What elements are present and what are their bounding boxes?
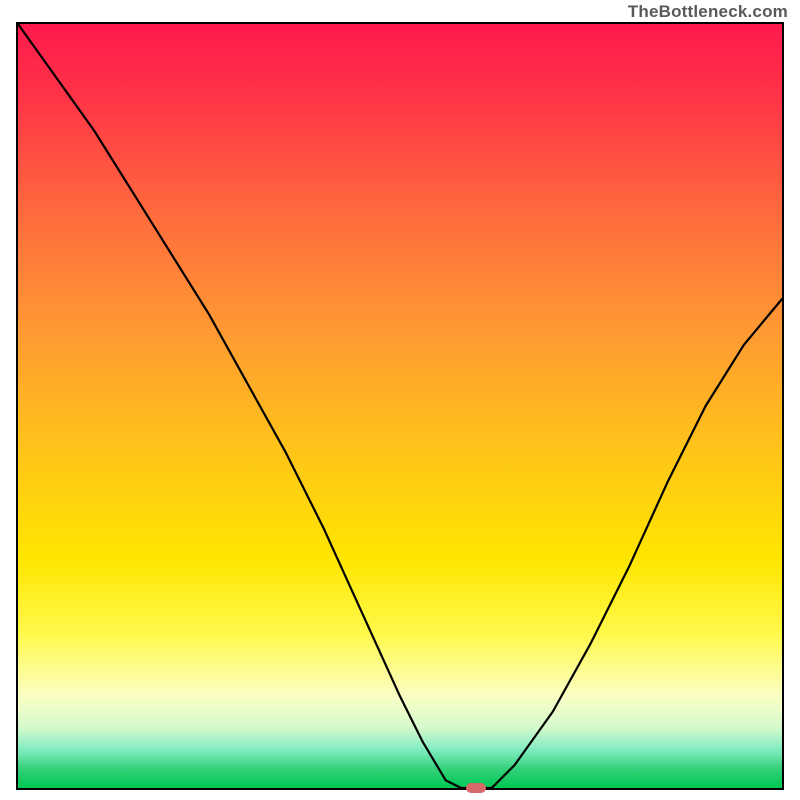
plot-area [16,22,784,790]
chart-container: TheBottleneck.com [0,0,800,800]
brand-label: TheBottleneck.com [628,2,788,22]
curve-svg [18,24,782,788]
bottleneck-curve [18,24,782,788]
optimal-marker [466,783,486,793]
